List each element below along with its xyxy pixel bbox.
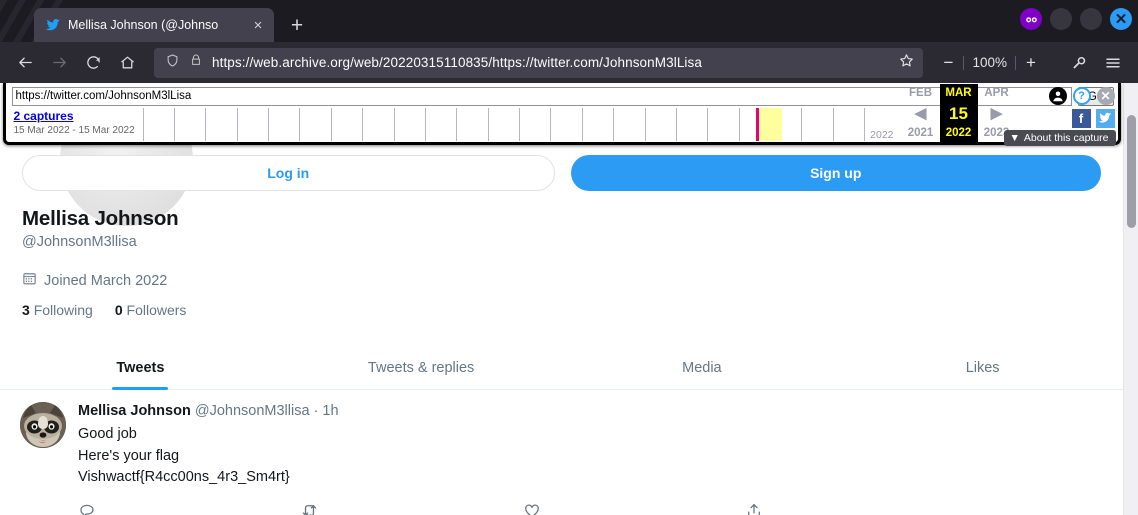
zoom-level[interactable]: 100% (966, 55, 1013, 70)
profile-tabs: Tweets Tweets & replies Media Likes (0, 346, 1123, 390)
vertical-scrollbar[interactable] (1123, 83, 1138, 515)
account-icon[interactable] (1048, 87, 1067, 105)
profile-joined-date: Joined March 2022 (22, 271, 1123, 290)
share-icon[interactable] (745, 500, 967, 515)
page-content: https://twitter.com/JohnsonM3lLisa Go 2 … (0, 83, 1123, 515)
auth-bar: Log in Sign up (0, 145, 1123, 191)
wayback-timeline[interactable]: 2022 (142, 108, 896, 141)
current-capture-date[interactable]: MAR 15 2022 (939, 84, 978, 142)
divider (1015, 55, 1016, 70)
divider (963, 55, 965, 70)
padlock-icon[interactable] (189, 53, 203, 72)
back-button[interactable] (10, 48, 40, 78)
url-text[interactable]: https://web.archive.org/web/202203151108… (212, 55, 889, 70)
maximize-icon[interactable] (1080, 8, 1102, 30)
tweet-author-handle[interactable]: @JohnsonM3llisa (195, 403, 310, 419)
url-bar[interactable]: https://web.archive.org/web/202203151108… (154, 47, 924, 78)
zoom-in-button[interactable]: + (1018, 49, 1044, 77)
profile-header: Mellisa Johnson @JohnsonM3llisa Joined M… (0, 191, 1123, 318)
about-this-capture-button[interactable]: ▼ About this capture (1004, 130, 1116, 146)
following-stat[interactable]: 3 Following (22, 302, 93, 318)
next-month-label: APR (984, 87, 1009, 99)
tab-close-icon[interactable]: × (250, 17, 266, 33)
current-month-label: MAR (945, 87, 972, 99)
navigation-toolbar: https://web.archive.org/web/202203151108… (0, 42, 1138, 83)
separator-dot: · (313, 403, 319, 419)
wrench-icon[interactable] (1064, 48, 1094, 78)
wayback-captures-info: 2 captures 15 Mar 2022 - 15 Mar 2022 (14, 109, 142, 138)
tab-likes[interactable]: Likes (842, 346, 1123, 389)
twitter-bird-icon (45, 17, 61, 33)
current-day-label: 15 (949, 103, 968, 123)
prev-arrow-icon: ◀ (914, 104, 927, 122)
private-mask-icon[interactable] (1020, 8, 1042, 30)
hamburger-menu-icon[interactable] (1098, 48, 1128, 78)
minimize-icon[interactable] (1050, 8, 1072, 30)
tweet-author-name[interactable]: Mellisa Johnson (78, 403, 191, 419)
following-count: 3 (22, 302, 30, 318)
tweet-timestamp[interactable]: 1h (322, 403, 338, 419)
twitter-profile-page: Search Twitter Log in Sign up Mellisa Jo… (0, 93, 1123, 515)
shield-icon[interactable] (165, 53, 180, 73)
wayback-icon-cluster: ? ✕ f (1023, 85, 1115, 128)
home-button[interactable] (112, 48, 142, 78)
facebook-icon[interactable]: f (1071, 108, 1091, 128)
browser-tab-twitter[interactable]: Mellisa Johnson (@Johnso × (34, 8, 274, 42)
tab-media[interactable]: Media (562, 346, 843, 389)
timeline-ticks (142, 108, 896, 141)
tab-tweets[interactable]: Tweets (0, 346, 281, 389)
reply-icon[interactable] (78, 500, 300, 515)
calendar-icon (22, 271, 37, 290)
help-icon[interactable]: ? (1072, 87, 1091, 105)
zoom-controls: − 100% + (935, 49, 1044, 77)
like-icon[interactable] (523, 500, 745, 515)
tab-tweets-and-replies[interactable]: Tweets & replies (281, 346, 562, 389)
window-controls: ✕ (1020, 8, 1132, 30)
previous-month-button[interactable]: FEB ◀ 2021 (902, 84, 940, 142)
following-label: Following (33, 302, 93, 318)
followers-label: Followers (126, 302, 187, 318)
tweet-header: Mellisa Johnson @JohnsonM3llisa · 1h (78, 402, 1107, 421)
new-tab-button[interactable]: + (282, 10, 312, 40)
profile-handle: @JohnsonM3llisa (22, 234, 137, 250)
wayback-machine-banner: https://twitter.com/JohnsonM3lLisa Go 2 … (2, 83, 1121, 146)
captures-count-link[interactable]: 2 captures (14, 109, 142, 124)
reload-button[interactable] (78, 48, 108, 78)
forward-button[interactable] (44, 48, 74, 78)
close-icon[interactable]: ✕ (1096, 87, 1115, 105)
prev-month-label: FEB (909, 87, 932, 99)
twitter-share-icon[interactable] (1095, 108, 1115, 128)
raccoon-avatar[interactable] (20, 402, 66, 448)
about-this-capture-label: About this capture (1023, 132, 1109, 144)
tweet-item[interactable]: Mellisa Johnson @JohnsonM3llisa · 1h Goo… (0, 390, 1123, 515)
tab-strip: Mellisa Johnson (@Johnso × + ✕ (0, 0, 1138, 42)
star-icon[interactable] (898, 52, 915, 74)
timeline-current-marker (756, 108, 760, 141)
retweet-icon[interactable] (300, 500, 522, 515)
scrollbar-thumb[interactable] (1127, 115, 1136, 228)
joined-label: Joined March 2022 (44, 272, 168, 289)
login-button[interactable]: Log in (22, 155, 555, 191)
page-viewport: https://twitter.com/JohnsonM3lLisa Go 2 … (0, 83, 1138, 515)
tweet-actions (78, 500, 1107, 515)
prev-year-label: 2021 (907, 127, 934, 139)
profile-counts: 3 Following 0 Followers (22, 302, 1123, 318)
chevron-down-icon: ▼ (1009, 132, 1020, 144)
zoom-out-button[interactable]: − (935, 49, 961, 77)
tweet-text: Good job Here's your flag Vishwactf{R4cc… (78, 426, 290, 485)
profile-display-name: Mellisa Johnson (22, 207, 179, 230)
followers-count: 0 (114, 302, 123, 318)
current-year-label: 2022 (945, 127, 972, 139)
signup-button[interactable]: Sign up (570, 155, 1101, 191)
followers-stat[interactable]: 0 Followers (115, 302, 187, 318)
captures-date-range: 15 Mar 2022 - 15 Mar 2022 (13, 125, 135, 136)
tweet-body: Mellisa Johnson @JohnsonM3llisa · 1h Goo… (78, 402, 1107, 515)
next-arrow-icon: ▶ (990, 104, 1003, 122)
browser-window: Mellisa Johnson (@Johnso × + ✕ https://w… (0, 0, 1138, 515)
browser-tab-title: Mellisa Johnson (@Johnso (68, 18, 219, 32)
close-icon[interactable]: ✕ (1110, 8, 1132, 30)
timeline-capture-highlight (756, 108, 783, 141)
timeline-year-label: 2022 (870, 129, 894, 141)
